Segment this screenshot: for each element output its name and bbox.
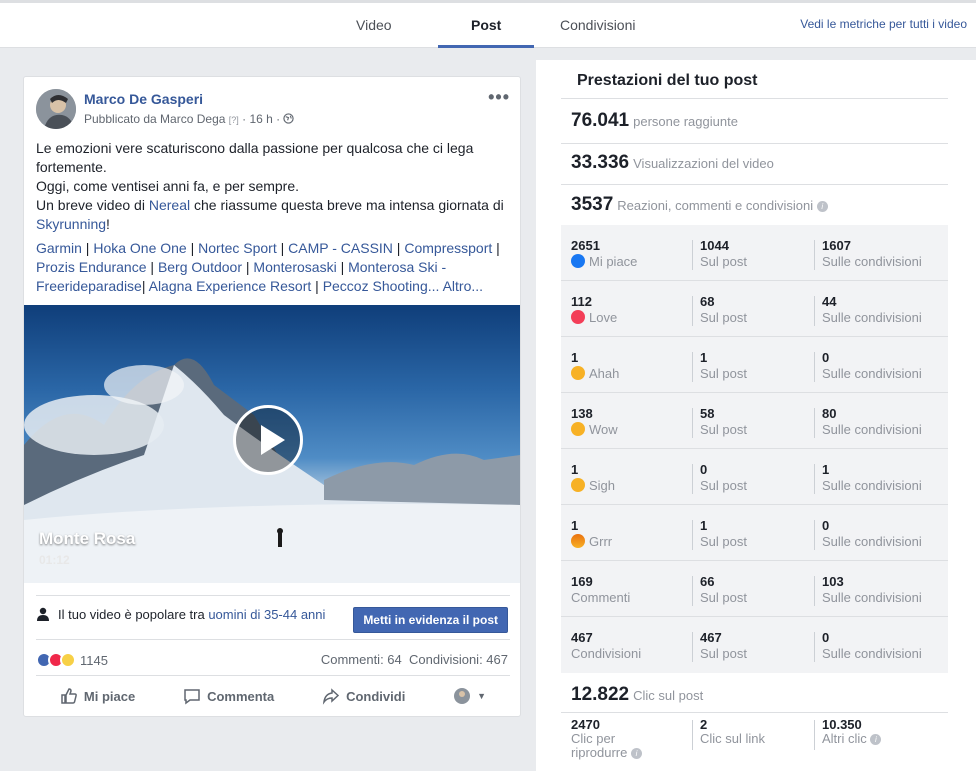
boost-post-button[interactable]: Metti in evidenza il post: [353, 607, 508, 633]
tag-list: Garmin | Hoka One One | Nortec Sport | C…: [36, 240, 500, 294]
clicks-stat: 12.822 Clic sul post: [571, 684, 704, 705]
more-options-icon[interactable]: •••: [488, 87, 510, 108]
divider: [561, 184, 948, 185]
video-player[interactable]: Monte Rosa 01:12: [24, 305, 520, 583]
wow-icon: [60, 652, 76, 668]
divider: [36, 639, 510, 640]
like-label: Mi piace: [83, 688, 136, 704]
breakdown-row: 2651 Mi piace 1044 Sul post 1607 Sulle cond…: [561, 225, 948, 281]
active-tab-indicator: [438, 45, 534, 48]
info-icon[interactable]: i: [870, 734, 882, 745]
performance-panel: Prestazioni del tuo post 76.041 persone r…: [536, 60, 976, 771]
like-icon: [571, 254, 585, 268]
breakdown-row: 1 Ahah 1 Sul post 0 Sulle condivisioni: [561, 337, 948, 393]
info-icon[interactable]: i: [816, 201, 828, 212]
thumbs-up-icon: [61, 688, 77, 704]
like-button[interactable]: Mi piace: [60, 687, 135, 705]
divider: [36, 675, 510, 676]
author-name[interactable]: Marco De Gasperi: [84, 91, 203, 107]
divider: [561, 98, 948, 99]
reach-stat: 76.041 persone raggiunte: [571, 110, 738, 131]
tag-link[interactable]: CAMP - CASSIN: [288, 240, 393, 256]
engagement-counts: Commenti: 64 Condivisioni: 467: [321, 652, 508, 667]
love-icon: [571, 310, 585, 324]
share-label: Condividi: [346, 688, 406, 704]
popularity-note: Il tuo video è popolare tra uomini di 35…: [36, 607, 325, 622]
audience-link[interactable]: uomini di 35-44 anni: [208, 607, 325, 622]
avatar-small-icon: [454, 688, 471, 704]
engagement-stat: 3537 Reazioni, commenti e condivisioni i: [571, 194, 828, 216]
breakdown-row: 467 Condivisioni 467 Sul post 0 Sulle condi…: [571, 630, 922, 662]
globe-icon: [283, 113, 295, 124]
post-actions: Mi piace Commenta Condividi ▼: [36, 687, 510, 705]
tag-link[interactable]: Berg Outdoor: [158, 259, 242, 275]
haha-icon: [571, 366, 585, 380]
tag-link[interactable]: Nortec Sport: [198, 240, 277, 256]
breakdown-row: 1 Grrr 1 Sul post 0 Sulle condivisioni: [561, 505, 948, 561]
published-by[interactable]: Pubblicato da Marco Dega: [84, 112, 225, 126]
divider: [36, 595, 510, 596]
tag-link[interactable]: Compressport: [404, 240, 492, 256]
tab-shares[interactable]: Condivisioni: [560, 17, 635, 33]
divider: [561, 143, 948, 144]
tag-link[interactable]: Monterosaski: [253, 259, 336, 275]
shares-count[interactable]: Condivisioni: 467: [409, 652, 508, 667]
tag-link[interactable]: Garmin: [36, 240, 82, 256]
post-time[interactable]: · 16 h ·: [242, 112, 280, 126]
tag-link[interactable]: Hoka One One: [93, 240, 186, 256]
breakdown-row: 1 Sigh 0 Sul post 1 Sulle condivisioni: [561, 449, 948, 505]
nereal-link[interactable]: Nereal: [149, 197, 190, 213]
breakdown-row: 112 Love 68 Sul post 44 Sulle condivisioni: [561, 281, 948, 337]
play-button[interactable]: [233, 405, 303, 475]
reactions-count: 1145: [80, 652, 108, 668]
person-icon: [37, 607, 49, 621]
share-icon: [322, 688, 340, 705]
sad-icon: [571, 478, 585, 492]
author-avatar[interactable]: [36, 89, 76, 129]
skyrunning-link[interactable]: Skyrunning: [36, 216, 106, 232]
tag-link[interactable]: Peccoz Shooting...: [323, 278, 440, 294]
tab-video[interactable]: Video: [356, 17, 392, 33]
post-text-line-2: Oggi, come ventisei anni fa, e per sempr…: [36, 178, 300, 194]
video-duration: 01:12: [39, 553, 70, 567]
engagement-breakdown: 2651 Mi piace 1044 Sul post 1607 Sulle cond…: [561, 225, 948, 673]
share-as-selector[interactable]: ▼: [453, 687, 486, 705]
comment-button[interactable]: Commenta: [183, 687, 274, 705]
all-videos-metrics-link[interactable]: Vedi le metriche per tutti i video: [800, 17, 967, 31]
chevron-down-icon: ▼: [477, 691, 487, 701]
tab-bar: Video Post Condivisioni Vedi le metriche…: [0, 0, 976, 48]
info-icon[interactable]: i: [630, 748, 642, 759]
breakdown-row: 169 Commenti 66 Sul post 103 Sulle condivis…: [561, 561, 948, 617]
share-button[interactable]: Condividi: [322, 687, 405, 705]
post-body: Le emozioni vere scaturiscono dalla pass…: [36, 139, 511, 234]
comments-count[interactable]: Commenti: 64: [321, 652, 402, 667]
tab-post[interactable]: Post: [471, 17, 501, 33]
views-stat: 33.336 Visualizzazioni del video: [571, 152, 774, 173]
tag-link[interactable]: Alagna Experience Resort: [149, 278, 312, 294]
more-link[interactable]: Altro...: [443, 278, 483, 294]
post-card: Marco De Gasperi Pubblicato da Marco Deg…: [23, 76, 521, 717]
post-meta: Pubblicato da Marco Dega [?] · 16 h ·: [84, 112, 295, 126]
comment-label: Commenta: [207, 688, 275, 704]
reactions-summary[interactable]: 1145: [36, 652, 108, 668]
video-title: Monte Rosa: [39, 529, 136, 548]
post-text-line-1: Le emozioni vere scaturiscono dalla pass…: [36, 140, 474, 175]
help-mark[interactable]: [?]: [229, 115, 239, 125]
post-text-line-3: Un breve video di Nereal che riassume qu…: [36, 197, 504, 232]
panel-title: Prestazioni del tuo post: [577, 72, 758, 89]
tag-link[interactable]: Prozis Endurance: [36, 259, 147, 275]
divider: [561, 712, 948, 713]
comment-icon: [184, 689, 200, 705]
breakdown-row: 138 Wow 58 Sul post 80 Sulle condivisioni: [561, 393, 948, 449]
wow-icon: [571, 422, 585, 436]
angry-icon: [571, 534, 585, 548]
